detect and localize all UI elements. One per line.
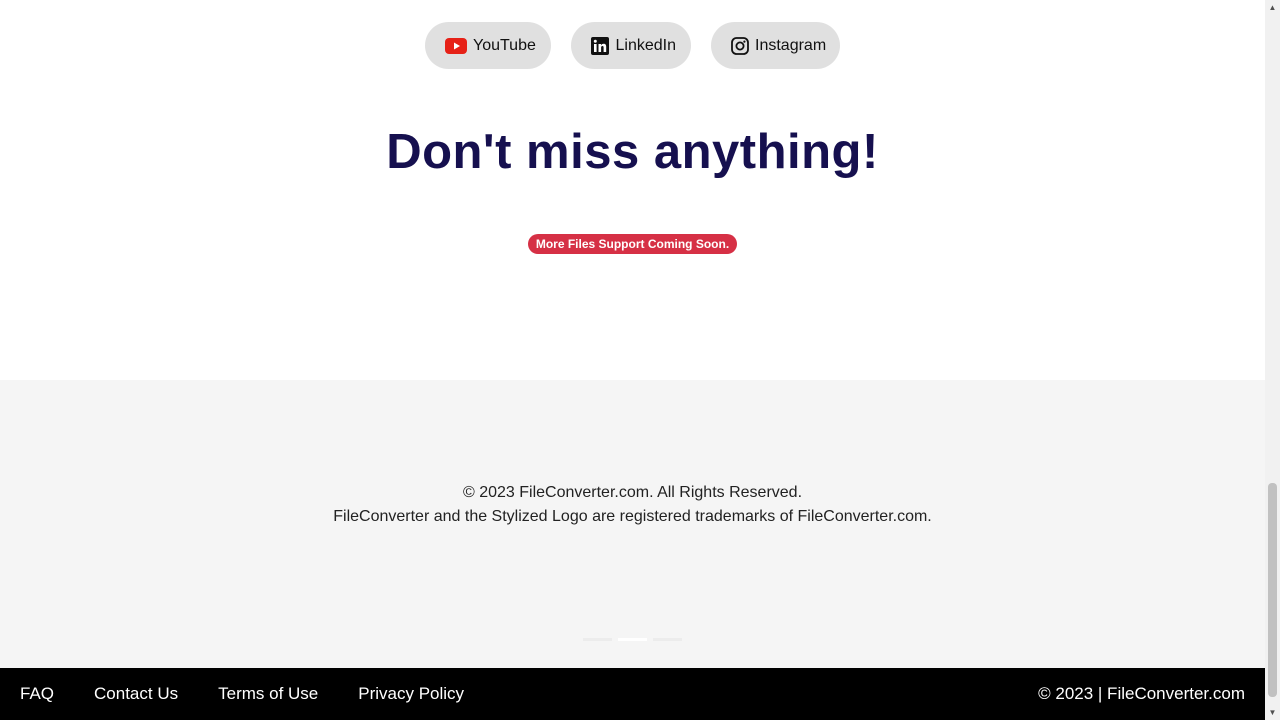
- carousel-dot[interactable]: [653, 638, 682, 641]
- contact-us-link[interactable]: Contact Us: [94, 684, 178, 704]
- carousel-dot[interactable]: [583, 638, 612, 641]
- linkedin-button[interactable]: LinkedIn: [571, 22, 691, 69]
- terms-of-use-link[interactable]: Terms of Use: [218, 684, 318, 704]
- bottom-nav-links: FAQ Contact Us Terms of Use Privacy Poli…: [20, 684, 464, 704]
- coming-soon-badge: More Files Support Coming Soon.: [527, 234, 738, 254]
- scrollbar-thumb[interactable]: [1268, 483, 1277, 697]
- badge-container: More Files Support Coming Soon.: [0, 234, 1265, 254]
- copyright-line: © 2023 FileConverter.com. All Rights Res…: [462, 484, 803, 501]
- vertical-scrollbar[interactable]: ▲ ▼: [1265, 0, 1280, 720]
- scroll-up-arrow-icon[interactable]: ▲: [1265, 0, 1280, 15]
- linkedin-label: LinkedIn: [615, 36, 677, 54]
- instagram-icon: [731, 35, 749, 57]
- trademark-line: FileConverter and the Stylized Logo are …: [333, 508, 932, 525]
- instagram-button[interactable]: Instagram: [711, 22, 840, 69]
- youtube-button[interactable]: YouTube: [425, 22, 551, 69]
- bottom-nav-bar: FAQ Contact Us Terms of Use Privacy Poli…: [0, 668, 1265, 720]
- youtube-label: YouTube: [473, 36, 536, 54]
- faq-link[interactable]: FAQ: [20, 684, 54, 704]
- bottom-copyright: © 2023 | FileConverter.com: [1038, 684, 1245, 703]
- instagram-label: Instagram: [755, 36, 827, 54]
- page: YouTube LinkedIn Instagram Don't miss an…: [0, 0, 1265, 720]
- page-headline: Don't miss anything!: [386, 125, 879, 179]
- linkedin-icon: [591, 35, 610, 57]
- social-links: YouTube LinkedIn Instagram: [0, 22, 1265, 69]
- footer-text: © 2023 FileConverter.com. All Rights Res…: [0, 481, 1265, 529]
- footer: © 2023 FileConverter.com. All Rights Res…: [0, 380, 1265, 668]
- youtube-icon: [445, 35, 467, 57]
- carousel-indicators: [583, 638, 682, 641]
- carousel-dot-active[interactable]: [618, 638, 647, 641]
- privacy-policy-link[interactable]: Privacy Policy: [358, 684, 464, 704]
- scroll-down-arrow-icon[interactable]: ▼: [1265, 705, 1280, 720]
